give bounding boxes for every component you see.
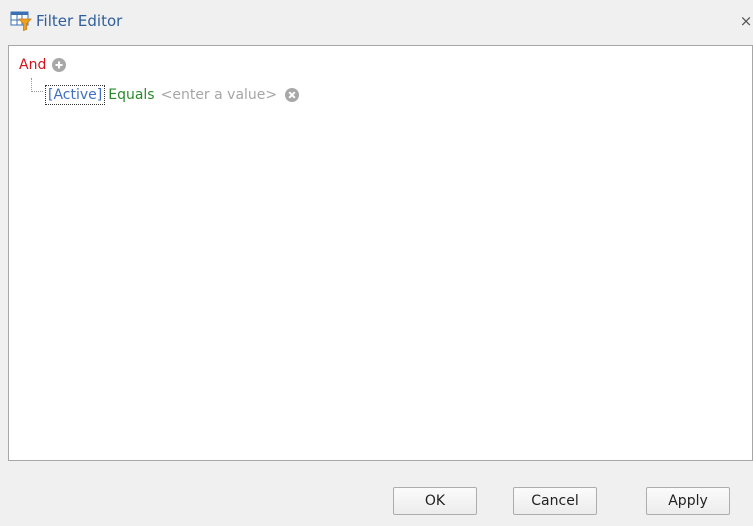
add-circle-icon[interactable] [52, 58, 67, 72]
filter-condition-row: [Active] Equals <enter a value> [45, 83, 300, 107]
apply-button[interactable]: Apply [646, 487, 730, 515]
close-icon[interactable]: × [739, 12, 753, 30]
ok-button[interactable]: OK [393, 487, 477, 515]
condition-value[interactable]: <enter a value> [161, 87, 278, 103]
filter-editor-icon [10, 11, 32, 31]
dialog-title: Filter Editor [36, 12, 123, 30]
condition-field[interactable]: [Active] [45, 85, 106, 105]
filter-editor-dialog: Filter Editor × And [Active] Equals <ent… [0, 0, 753, 526]
title-bar: Filter Editor × [0, 0, 753, 42]
condition-operator[interactable]: Equals [108, 87, 154, 103]
filter-group-row: And [19, 55, 67, 75]
cancel-button[interactable]: Cancel [513, 487, 597, 515]
group-operator[interactable]: And [19, 57, 46, 73]
remove-circle-icon[interactable] [285, 88, 300, 102]
tree-connector-line [31, 78, 43, 92]
filter-tree-panel[interactable]: And [Active] Equals <enter a value> [8, 45, 753, 461]
